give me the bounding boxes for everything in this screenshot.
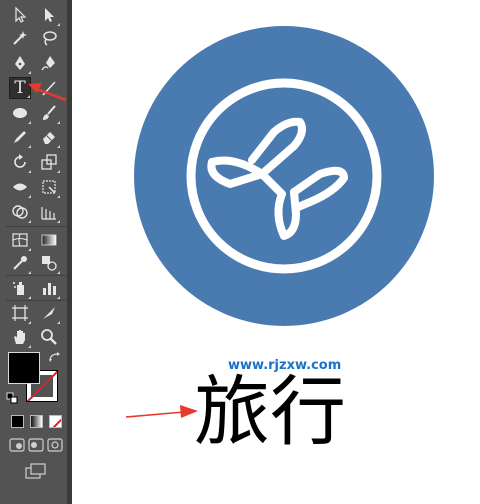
blend-tool[interactable] <box>38 252 60 274</box>
airplane-circle-icon <box>134 26 434 326</box>
curvature-pen-icon <box>41 56 55 71</box>
mesh-tool[interactable] <box>9 229 31 251</box>
artwork-circle <box>134 26 434 326</box>
line-icon <box>42 81 56 96</box>
scale-tool[interactable] <box>38 151 60 173</box>
none-mode-button[interactable] <box>49 415 62 428</box>
blend-icon <box>42 256 57 271</box>
arrow-icon <box>15 6 27 23</box>
pen-tool[interactable] <box>9 52 31 74</box>
scale-icon <box>41 154 57 170</box>
annotation-arrow-to-text <box>125 405 198 418</box>
rotate-tool[interactable] <box>9 151 31 173</box>
symbol-sprayer-icon <box>13 282 24 295</box>
magic-wand-tool[interactable] <box>9 27 31 49</box>
color-mode-button[interactable] <box>11 415 24 428</box>
ellipse-icon <box>13 108 27 118</box>
artboard-tool[interactable] <box>9 302 31 324</box>
swap-fill-stroke-icon[interactable] <box>48 352 62 364</box>
symbol-sprayer-tool[interactable] <box>9 277 31 299</box>
tools-divider <box>6 226 66 227</box>
eyedropper-icon <box>13 256 27 270</box>
pen-nib-icon <box>15 56 25 70</box>
free-transform-icon <box>42 180 56 194</box>
mesh-icon <box>12 233 28 247</box>
draw-behind-icon[interactable] <box>28 438 44 452</box>
white-arrow-icon <box>45 8 54 22</box>
hand-tool[interactable] <box>9 326 31 348</box>
width-icon <box>13 183 27 191</box>
tools-divider <box>6 275 66 276</box>
type-tool[interactable]: T <box>9 77 31 99</box>
tools-divider <box>6 300 66 301</box>
watermark-text: www.rjzxw.com <box>228 358 342 373</box>
perspective-grid-icon <box>41 207 56 220</box>
shaper-tool[interactable] <box>9 126 31 148</box>
eraser-icon <box>43 132 55 144</box>
none-slash-icon <box>52 418 61 427</box>
tools-panel: T <box>0 0 72 504</box>
line-segment-tool[interactable] <box>38 77 60 99</box>
screen-mode-icon[interactable] <box>24 462 48 480</box>
lasso-icon <box>43 31 57 46</box>
shape-builder-icon <box>12 205 28 219</box>
bar-graph-icon <box>43 283 56 295</box>
perspective-grid-tool[interactable] <box>38 201 60 223</box>
ellipse-tool[interactable] <box>9 102 31 124</box>
canvas-text[interactable]: 旅行 <box>194 362 346 462</box>
free-transform-tool[interactable] <box>38 176 60 198</box>
rotate-icon <box>14 154 26 168</box>
gradient-tool[interactable] <box>38 229 60 251</box>
curvature-tool[interactable] <box>38 52 60 74</box>
selection-tool[interactable] <box>9 4 31 26</box>
slice-knife-icon <box>43 307 55 319</box>
paintbrush-tool[interactable] <box>38 102 60 124</box>
lasso-tool[interactable] <box>38 27 60 49</box>
default-fill-stroke-icon[interactable] <box>6 392 18 404</box>
magic-wand-icon <box>13 31 27 45</box>
shape-builder-tool[interactable] <box>9 201 31 223</box>
gradient-mode-button[interactable] <box>30 415 43 428</box>
eyedropper-tool[interactable] <box>9 252 31 274</box>
artboard-icon <box>12 305 28 321</box>
direct-selection-tool[interactable] <box>38 4 60 26</box>
draw-normal-icon[interactable] <box>9 438 25 452</box>
pencil-icon <box>14 131 26 143</box>
zoom-icon <box>41 329 57 345</box>
slice-tool[interactable] <box>38 302 60 324</box>
tools-panel-edge <box>67 0 72 504</box>
gradient-icon <box>41 234 57 246</box>
hand-icon <box>14 330 25 344</box>
fill-swatch[interactable] <box>8 352 40 384</box>
type-tool-glyph: T <box>14 78 26 98</box>
draw-inside-icon[interactable] <box>47 438 63 452</box>
column-graph-tool[interactable] <box>38 277 60 299</box>
width-tool[interactable] <box>9 176 31 198</box>
zoom-tool[interactable] <box>38 326 60 348</box>
eraser-tool[interactable] <box>38 126 60 148</box>
paintbrush-icon <box>43 105 56 120</box>
